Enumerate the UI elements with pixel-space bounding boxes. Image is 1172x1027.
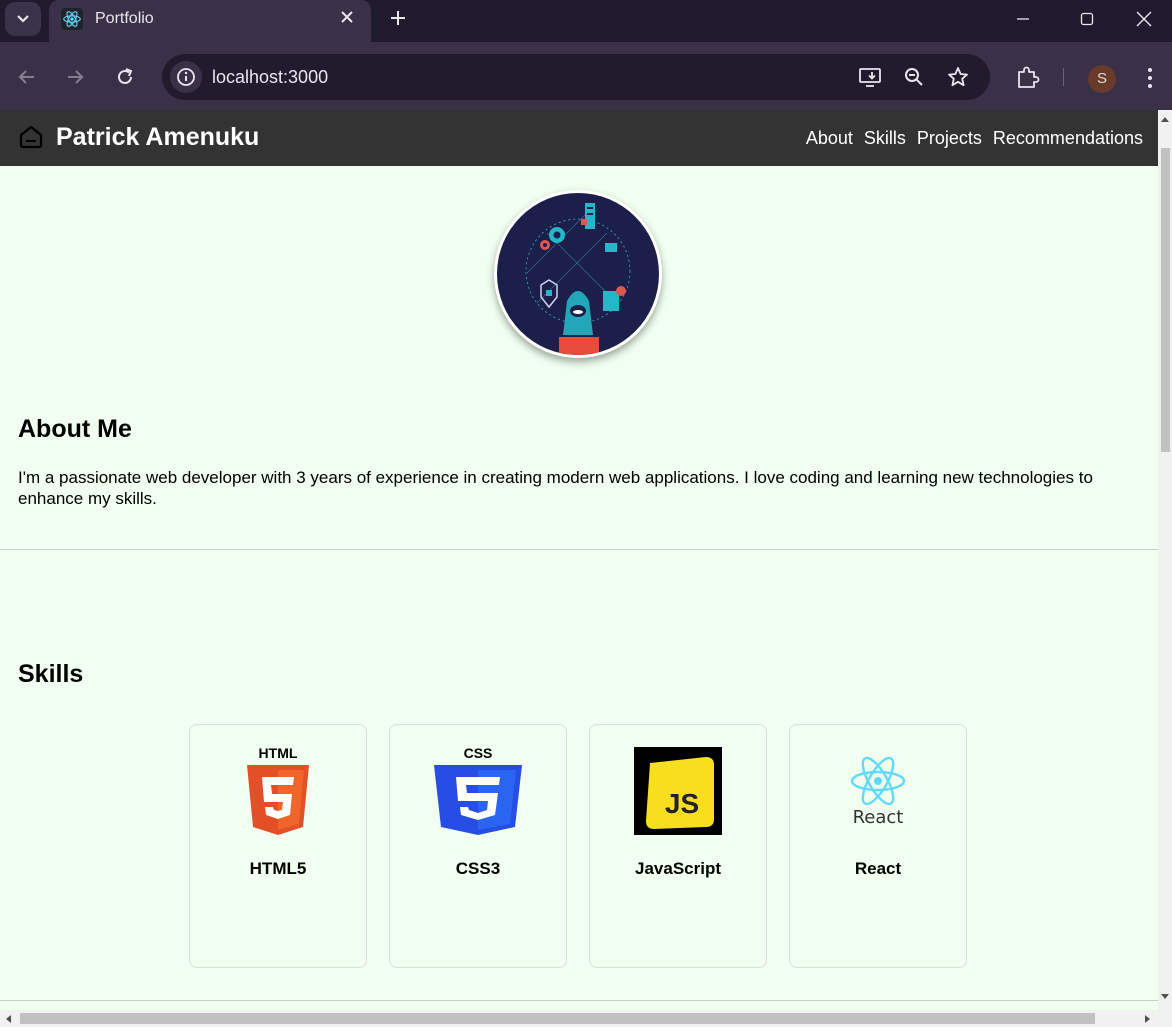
- browser-toolbar: localhost:3000 S: [0, 42, 1172, 110]
- maximize-icon: [1080, 12, 1094, 26]
- skill-card-javascript: JS JavaScript: [589, 724, 767, 968]
- forward-button[interactable]: [62, 64, 88, 90]
- scrollbar-thumb[interactable]: [20, 1013, 1095, 1024]
- nav-link-skills[interactable]: Skills: [864, 128, 906, 149]
- new-tab-button[interactable]: [385, 5, 411, 31]
- info-icon: [177, 68, 195, 86]
- home-icon[interactable]: [18, 123, 44, 149]
- nav-link-recommendations[interactable]: Recommendations: [993, 128, 1143, 149]
- nav-link-projects[interactable]: Projects: [917, 128, 982, 149]
- skill-name: React: [854, 859, 902, 878]
- site-info-button[interactable]: [170, 61, 202, 93]
- toolbar-divider: [1063, 68, 1064, 86]
- install-app-icon: [859, 68, 881, 87]
- section-divider: [0, 1000, 1158, 1001]
- scroll-right-icon[interactable]: [1143, 1014, 1153, 1024]
- url-text[interactable]: localhost:3000: [212, 67, 328, 88]
- svg-text:CSS: CSS: [464, 747, 493, 761]
- nav-link-about[interactable]: About: [806, 128, 853, 149]
- tab-search-button[interactable]: [5, 2, 41, 36]
- zoom-button[interactable]: [902, 65, 926, 89]
- scrollbar-thumb[interactable]: [1161, 148, 1170, 452]
- scroll-down-icon[interactable]: [1160, 992, 1170, 1002]
- skills-heading: Skills: [18, 660, 84, 688]
- zoom-icon: [905, 68, 923, 86]
- svg-text:HTML: HTML: [259, 747, 298, 761]
- skill-card-react: React React: [789, 724, 967, 968]
- tab-title: Portfolio: [95, 10, 154, 27]
- site-name: Patrick Amenuku: [56, 123, 260, 151]
- scroll-up-icon[interactable]: [1160, 114, 1170, 124]
- close-icon: [1136, 11, 1152, 27]
- page-viewport: Patrick Amenuku About Skills Projects Re…: [0, 110, 1158, 1010]
- svg-text:JS: JS: [665, 788, 699, 819]
- horizontal-scrollbar[interactable]: [0, 1010, 1172, 1027]
- section-divider: [0, 549, 1158, 550]
- reload-icon: [118, 68, 133, 84]
- chevron-down-icon: [17, 15, 29, 23]
- skill-name: JavaScript: [635, 859, 721, 878]
- profile-avatar[interactable]: S: [1088, 65, 1116, 93]
- about-text: I'm a passionate web developer with 3 ye…: [18, 468, 1093, 508]
- scroll-left-icon[interactable]: [3, 1014, 13, 1024]
- skill-card-html5: HTML HTML5: [189, 724, 367, 968]
- skill-name: CSS3: [455, 859, 501, 878]
- minimize-button[interactable]: [1001, 6, 1045, 32]
- about-heading: About Me: [18, 415, 132, 443]
- html5-logo: HTML: [247, 747, 309, 835]
- close-window-button[interactable]: [1122, 6, 1166, 32]
- bookmark-button[interactable]: [946, 65, 970, 89]
- tab-bar: Portfolio: [0, 0, 1172, 44]
- skill-name: HTML5: [249, 859, 307, 878]
- close-icon: [341, 11, 353, 23]
- site-nav: About Skills Projects Recommendations: [806, 128, 1143, 149]
- puzzle-icon[interactable]: [1015, 64, 1041, 90]
- minimize-icon: [1017, 18, 1029, 20]
- reload-button[interactable]: [112, 64, 138, 90]
- address-bar[interactable]: localhost:3000: [162, 54, 990, 100]
- close-tab-button[interactable]: [337, 8, 357, 28]
- browser-tab[interactable]: Portfolio: [49, 0, 371, 44]
- css3-logo: CSS: [434, 747, 522, 835]
- back-button[interactable]: [14, 64, 40, 90]
- site-header: Patrick Amenuku About Skills Projects Re…: [0, 110, 1158, 166]
- install-app-button[interactable]: [858, 65, 882, 89]
- react-icon: [61, 8, 83, 30]
- vertical-scrollbar[interactable]: [1158, 110, 1172, 1010]
- kebab-menu-icon[interactable]: [1140, 65, 1160, 91]
- profile-image: [494, 190, 662, 358]
- javascript-logo: JS: [634, 747, 722, 835]
- react-logo: React: [850, 756, 906, 828]
- skill-card-css3: CSS CSS3: [389, 724, 567, 968]
- maximize-button[interactable]: [1065, 6, 1109, 32]
- plus-icon: [391, 11, 405, 25]
- arrow-left-icon: [18, 70, 34, 84]
- star-icon: [948, 67, 968, 87]
- react-logo-text: React: [853, 807, 904, 828]
- arrow-right-icon: [68, 70, 84, 84]
